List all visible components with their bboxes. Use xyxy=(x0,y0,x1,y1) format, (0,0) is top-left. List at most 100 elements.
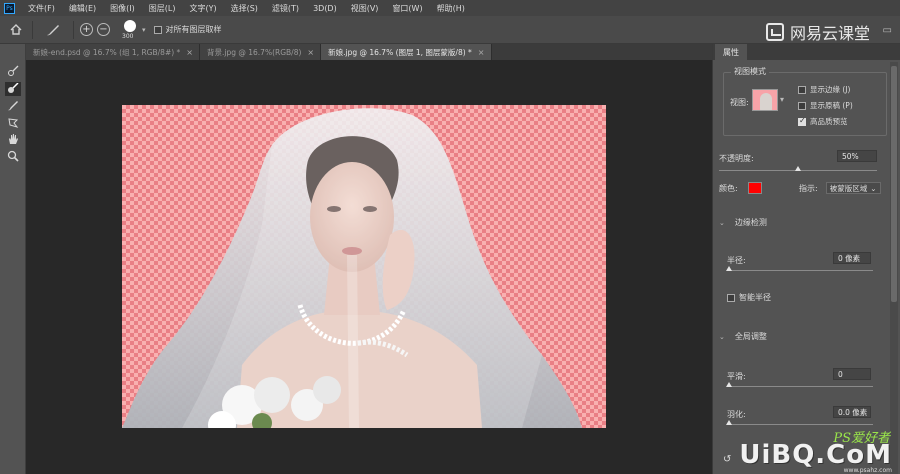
properties-panel-tabs: 属性 xyxy=(713,44,900,60)
smart-radius-checkbox[interactable] xyxy=(727,293,735,302)
properties-content: 视图模式 视图: ▾ 显示边缘 (J) 显示原稿 (P) 高品质预览 不透明度:… xyxy=(719,62,891,465)
menu-filter[interactable]: 滤镜(T) xyxy=(265,3,306,14)
show-original-label: 显示原稿 (P) xyxy=(810,101,853,110)
divider xyxy=(32,20,33,39)
document-tab-label: 背景.jpg @ 16.7%(RGB/8) xyxy=(207,47,302,57)
menu-help[interactable]: 帮助(H) xyxy=(430,3,472,14)
radius-slider-thumb[interactable] xyxy=(726,266,732,271)
netease-watermark: 网易云课堂 xyxy=(765,20,870,44)
smart-radius-option[interactable]: 智能半径 xyxy=(727,292,771,303)
hand-icon[interactable] xyxy=(5,132,21,146)
global-refinements-header[interactable]: ⌄ 全局调整 xyxy=(719,331,767,342)
opacity-field-wrap: 50% xyxy=(837,150,877,162)
menu-window[interactable]: 窗口(W) xyxy=(385,3,429,14)
chevron-down-icon: ⌄ xyxy=(719,218,725,227)
tab-properties[interactable]: 属性 xyxy=(715,44,747,60)
psahz-url: www.psahz.com xyxy=(843,467,892,474)
brush-size-picker[interactable]: 300 xyxy=(120,18,142,42)
add-to-selection-button[interactable]: + xyxy=(80,23,93,36)
radius-input[interactable]: 0 像素 xyxy=(833,252,871,264)
view-mode-group: 视图模式 视图: ▾ 显示边缘 (J) 显示原稿 (P) 高品质预览 xyxy=(723,66,887,136)
divider xyxy=(73,20,74,39)
view-mode-title: 视图模式 xyxy=(731,66,769,77)
hq-preview-checkbox[interactable] xyxy=(798,116,806,126)
sample-all-layers-label: 对所有图层取样 xyxy=(165,25,222,34)
document-tab[interactable]: 背景.jpg @ 16.7%(RGB/8) × xyxy=(200,44,322,60)
radius-label: 半径: xyxy=(727,256,746,265)
hq-preview-label: 高品质预览 xyxy=(810,117,848,126)
opacity-input[interactable]: 50% xyxy=(837,150,877,162)
close-icon[interactable]: × xyxy=(478,48,485,57)
refine-edge-brush-icon[interactable] xyxy=(5,82,21,96)
indicate-row: 指示: 被蒙版区域 ⌄ xyxy=(799,182,881,194)
brush-icon[interactable] xyxy=(5,98,21,112)
menu-image[interactable]: 图像(I) xyxy=(103,3,142,14)
tool-preset-button[interactable] xyxy=(39,20,67,40)
chevron-down-icon[interactable]: ▾ xyxy=(780,95,784,104)
chevron-down-icon: ⌄ xyxy=(870,183,877,193)
smooth-label: 平滑: xyxy=(727,372,746,381)
bride-photo-canvas[interactable] xyxy=(122,105,606,428)
feather-slider[interactable] xyxy=(727,424,873,425)
uibq-watermark-text: UiBQ.CoM xyxy=(739,440,892,470)
document-tab-label: 新娘.jpg @ 16.7% (图层 1, 图层蒙版/8) * xyxy=(328,47,472,57)
brush-tip-icon xyxy=(124,19,136,32)
smooth-input[interactable]: 0 xyxy=(833,368,871,380)
options-bar: + − 300 ▾ 对所有图层取样 网易云课堂 ▭ xyxy=(0,16,900,44)
view-label: 视图: xyxy=(730,98,749,107)
show-original-option[interactable]: 显示原稿 (P) xyxy=(798,100,853,111)
radius-slider[interactable] xyxy=(727,270,873,271)
uibq-watermark: UiBQ.CoM xyxy=(739,440,892,470)
document-tab-active[interactable]: 新娘.jpg @ 16.7% (图层 1, 图层蒙版/8) * × xyxy=(321,44,492,60)
menu-3d[interactable]: 3D(D) xyxy=(306,4,344,13)
edge-detection-header[interactable]: ⌄ 边缘检测 xyxy=(719,217,767,228)
menu-view[interactable]: 视图(V) xyxy=(344,3,386,14)
subtract-from-selection-button[interactable]: − xyxy=(97,23,110,36)
panel-scrollbar[interactable] xyxy=(890,62,898,474)
hq-preview-option[interactable]: 高品质预览 xyxy=(798,116,848,127)
menu-select[interactable]: 选择(S) xyxy=(224,3,265,14)
opacity-label: 不透明度: xyxy=(719,154,754,163)
document-tab-label: 新娘-end.psd @ 16.7% (组 1, RGB/8#) * xyxy=(33,47,181,57)
smooth-slider[interactable] xyxy=(727,386,873,387)
view-mode-thumbnail[interactable] xyxy=(752,89,778,111)
brush-size-value: 300 xyxy=(122,32,134,40)
sample-all-layers-checkbox[interactable] xyxy=(153,25,162,34)
document-tabs: 新娘-end.psd @ 16.7% (组 1, RGB/8#) * × 背景.j… xyxy=(26,44,712,60)
lasso-icon[interactable] xyxy=(5,116,21,130)
show-original-checkbox[interactable] xyxy=(798,101,806,110)
reset-icon[interactable]: ↺ xyxy=(723,454,731,465)
document-tab[interactable]: 新娘-end.psd @ 16.7% (组 1, RGB/8#) * × xyxy=(26,44,200,60)
panel-scrollbar-thumb[interactable] xyxy=(891,66,897,302)
indicate-value: 被蒙版区域 xyxy=(829,183,868,193)
opacity-slider-thumb[interactable] xyxy=(795,166,801,171)
home-button[interactable] xyxy=(6,20,26,40)
feather-slider-thumb[interactable] xyxy=(726,420,732,425)
smooth-slider-thumb[interactable] xyxy=(726,382,732,387)
workspace-icon[interactable]: ▭ xyxy=(883,25,892,36)
close-icon[interactable]: × xyxy=(307,48,314,57)
show-edge-option[interactable]: 显示边缘 (J) xyxy=(798,84,850,95)
zoom-icon[interactable] xyxy=(5,149,21,163)
menu-type[interactable]: 文字(Y) xyxy=(182,3,223,14)
radius-field-wrap: 0 像素 xyxy=(833,252,871,264)
chevron-down-icon[interactable]: ▾ xyxy=(142,26,146,34)
show-edge-checkbox[interactable] xyxy=(798,85,806,94)
close-icon[interactable]: × xyxy=(186,48,193,57)
feather-input[interactable]: 0.0 像素 xyxy=(833,406,871,418)
indicate-dropdown[interactable]: 被蒙版区域 ⌄ xyxy=(825,182,881,194)
quick-selection-icon[interactable] xyxy=(5,64,21,78)
minus-icon: − xyxy=(99,23,108,35)
edge-detection-title: 边缘检测 xyxy=(734,218,767,227)
bride-image xyxy=(122,108,582,428)
overlay-color-swatch[interactable] xyxy=(747,182,762,194)
photoshop-logo-icon: Ps xyxy=(4,2,15,14)
canvas-area[interactable] xyxy=(26,60,712,474)
menu-file[interactable]: 文件(F) xyxy=(21,3,62,14)
properties-panel: 属性 视图模式 视图: ▾ 显示边缘 (J) 显示原稿 (P) 高品质预览 不透… xyxy=(712,44,900,474)
menu-edit[interactable]: 编辑(E) xyxy=(62,3,103,14)
global-refinements-title: 全局调整 xyxy=(734,332,767,341)
netease-logo-icon xyxy=(765,23,784,41)
brush-icon xyxy=(47,24,59,35)
menu-layer[interactable]: 图层(L) xyxy=(142,3,183,14)
